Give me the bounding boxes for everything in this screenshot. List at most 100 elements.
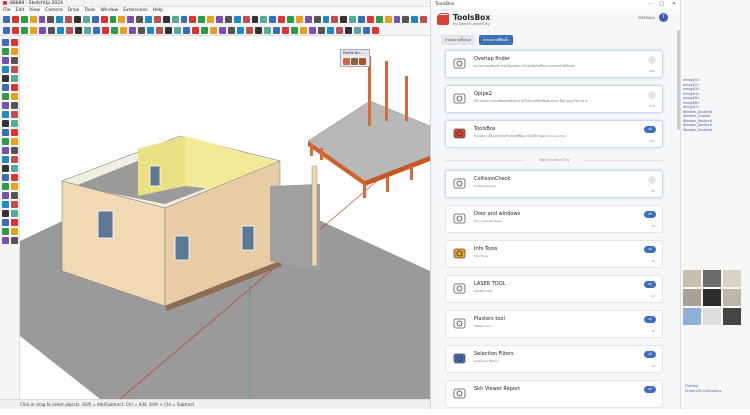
left-tool-icon[interactable]: [11, 84, 18, 91]
material-swatch[interactable]: [683, 270, 701, 287]
left-tool-icon[interactable]: [2, 201, 9, 208]
left-tool-icon[interactable]: [2, 192, 9, 199]
install-button[interactable]: แก้: [644, 386, 656, 393]
toolbar-tool-icon[interactable]: [180, 16, 188, 23]
toolbar-tool-icon[interactable]: [345, 27, 352, 34]
menu-tools[interactable]: Tools: [84, 8, 95, 13]
install-button[interactable]: แก้: [644, 281, 656, 288]
left-tool-icon[interactable]: [2, 57, 9, 64]
material-swatch[interactable]: [723, 308, 741, 325]
toolbar-tool-icon[interactable]: [260, 16, 268, 23]
toolbar-tool-icon[interactable]: [12, 27, 19, 34]
material-swatch[interactable]: [703, 289, 721, 306]
railing-icon[interactable]: [359, 58, 366, 65]
toolbar-tool-icon[interactable]: [162, 16, 170, 23]
extension-card[interactable]: Info Tools Info Tools แก้ 10: [445, 240, 663, 268]
toolbar-tool-icon[interactable]: [189, 16, 197, 23]
toolbar-tool-icon[interactable]: [192, 27, 199, 34]
left-tool-icon[interactable]: [11, 165, 18, 172]
outliner-item[interactable]: Window_Double#: [681, 128, 712, 133]
toolbar-tool-icon[interactable]: [174, 27, 181, 34]
toolbar-tool-icon[interactable]: [402, 16, 410, 23]
left-tool-icon[interactable]: [11, 237, 18, 244]
menu-camera[interactable]: Camera: [45, 8, 63, 13]
install-button[interactable]: แก้: [644, 126, 656, 133]
toolbar-tool-icon[interactable]: [145, 16, 152, 23]
menu-extensions[interactable]: Extensions: [123, 8, 147, 13]
toolbar-tool-icon[interactable]: [269, 16, 277, 23]
toolbar-tool-icon[interactable]: [375, 16, 383, 23]
left-tool-icon[interactable]: [2, 75, 9, 82]
toolbar-tool-icon[interactable]: [165, 27, 172, 34]
toolbar-tool-icon[interactable]: [228, 27, 235, 34]
left-tool-icon[interactable]: [11, 201, 18, 208]
fence-icon[interactable]: [351, 58, 358, 65]
toolbar-tool-icon[interactable]: [304, 16, 312, 23]
left-tool-icon[interactable]: [11, 66, 18, 73]
toolbar-tool-icon[interactable]: [48, 27, 55, 34]
left-tool-icon[interactable]: [2, 129, 9, 136]
material-swatch[interactable]: [703, 270, 721, 287]
toolbar-tool-icon[interactable]: [30, 27, 37, 34]
toolbar-tool-icon[interactable]: [233, 16, 241, 23]
menu-draw[interactable]: Draw: [68, 8, 80, 13]
toolbar-tool-icon[interactable]: [420, 16, 427, 23]
install-button[interactable]: แก้: [644, 316, 656, 323]
left-tool-icon[interactable]: [2, 156, 9, 163]
toolbar-tool-icon[interactable]: [84, 27, 91, 34]
toolbar-tool-icon[interactable]: [210, 27, 217, 34]
toolbar-tool-icon[interactable]: [340, 16, 348, 23]
tab-all-extensions[interactable]: ส่วนขยายทั้งหมด: [441, 35, 475, 45]
left-tool-icon[interactable]: [11, 129, 18, 136]
left-tool-icon[interactable]: [11, 183, 18, 190]
left-tool-icon[interactable]: [11, 93, 18, 100]
material-swatch[interactable]: [683, 289, 701, 306]
material-swatch[interactable]: [703, 308, 721, 325]
extension-card[interactable]: Door and windows Door and windows แก้ 10: [445, 205, 663, 233]
left-tool-icon[interactable]: [11, 228, 18, 235]
toolbar-tool-icon[interactable]: [363, 27, 370, 34]
toolbar-tool-icon[interactable]: [295, 16, 303, 23]
toolbar-tool-icon[interactable]: [336, 27, 343, 34]
avatar[interactable]: T: [659, 13, 668, 22]
3d-model-scene[interactable]: [20, 36, 430, 399]
extension-card[interactable]: Overlap finder ตรวจหาวัตถุซ้อนทับ ช่วยให้…: [445, 50, 663, 78]
profile-icon[interactable]: [343, 58, 350, 65]
toolbar-tool-icon[interactable]: [264, 27, 271, 34]
toolbar-tool-icon[interactable]: [411, 16, 419, 23]
toolbar-tool-icon[interactable]: [74, 16, 81, 23]
toolbar-tool-icon[interactable]: [372, 27, 379, 34]
tab-installed-extensions[interactable]: ส่วนขยายที่ติดตั้ง: [478, 35, 513, 45]
toolbar-tool-icon[interactable]: [47, 16, 55, 23]
left-tool-icon[interactable]: [11, 219, 18, 226]
toolbar-tool-icon[interactable]: [38, 16, 46, 23]
left-tool-icon[interactable]: [2, 84, 9, 91]
left-tool-icon[interactable]: [2, 228, 9, 235]
left-tool-icon[interactable]: [2, 102, 9, 109]
toolbar-tool-icon[interactable]: [138, 27, 145, 34]
left-tool-icon[interactable]: [11, 111, 18, 118]
toolbar-tool-icon[interactable]: [313, 16, 321, 23]
left-tool-icon[interactable]: [11, 138, 18, 145]
toolbar-tool-icon[interactable]: [384, 16, 392, 23]
left-tool-icon[interactable]: [11, 102, 18, 109]
outliner-item[interactable]: Window_Single#: [681, 114, 712, 119]
left-tool-icon[interactable]: [2, 111, 9, 118]
extension-card[interactable]: ToolsBox ToolsBox เป็นแหล่งรวมส่วนขยายที่…: [445, 120, 663, 148]
toolbar-tool-icon[interactable]: [246, 27, 253, 34]
toolbar-tool-icon[interactable]: [100, 16, 108, 23]
toolbar-tool-icon[interactable]: [20, 16, 28, 23]
toolbar-tool-icon[interactable]: [251, 16, 259, 23]
left-tool-icon[interactable]: [2, 93, 9, 100]
install-button[interactable]: แก้: [644, 211, 656, 218]
toolbar-tool-icon[interactable]: [102, 27, 109, 34]
extension-card[interactable]: Selection Filters Selection Filters แก้ 10: [445, 345, 663, 373]
toolbar-tool-icon[interactable]: [273, 27, 280, 34]
menu-edit[interactable]: Edit: [16, 8, 25, 13]
toolbar-tool-icon[interactable]: [287, 16, 294, 23]
left-tool-icon[interactable]: [2, 237, 9, 244]
model-viewport[interactable]: [20, 36, 430, 399]
toolbar-tool-icon[interactable]: [358, 16, 365, 23]
menu-window[interactable]: Window: [100, 8, 118, 13]
toolbar-tool-icon[interactable]: [147, 27, 154, 34]
